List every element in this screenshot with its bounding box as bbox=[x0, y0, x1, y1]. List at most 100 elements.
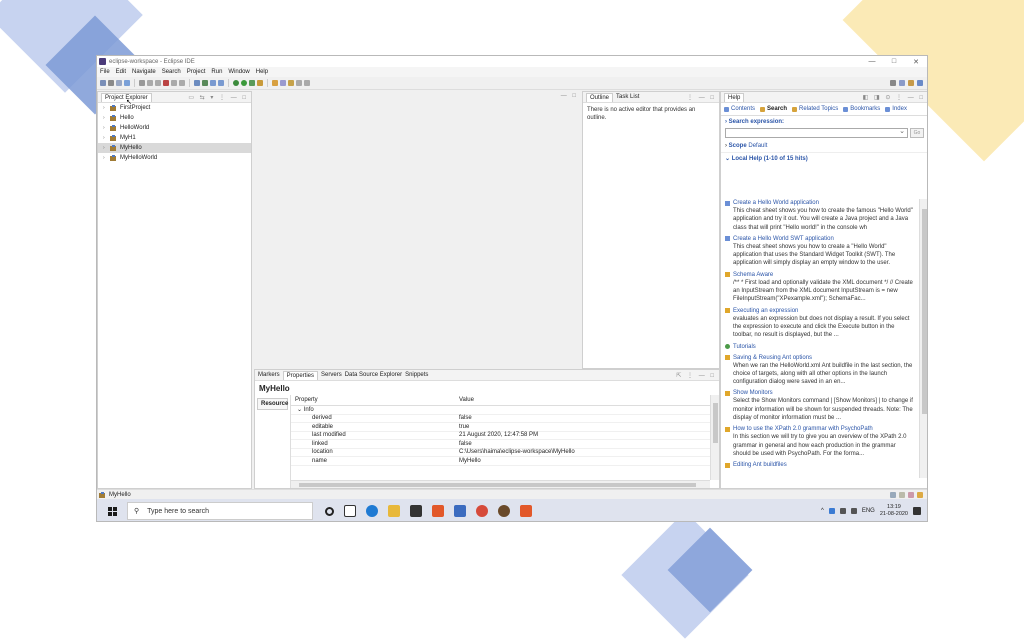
resume-icon[interactable] bbox=[147, 80, 153, 86]
open-folder-icon[interactable] bbox=[272, 80, 278, 86]
menu-edit[interactable]: Edit bbox=[116, 69, 126, 75]
menu-project[interactable]: Project bbox=[187, 69, 206, 75]
scroll-thumb[interactable] bbox=[299, 483, 696, 487]
help-result-link[interactable]: Show Monitors bbox=[725, 389, 915, 397]
tree-item-project[interactable]: › MyHello bbox=[98, 143, 251, 153]
notification-icon[interactable] bbox=[899, 491, 905, 498]
cloud-icon[interactable] bbox=[828, 508, 835, 514]
java-ee-perspective-icon[interactable] bbox=[908, 80, 914, 86]
java-perspective-icon[interactable] bbox=[917, 80, 923, 86]
annotation-icon[interactable] bbox=[288, 80, 294, 86]
table-row[interactable]: last modified 21 August 2020, 12:47:58 PM bbox=[291, 432, 719, 440]
cortana-icon[interactable] bbox=[325, 506, 334, 516]
scroll-thumb[interactable] bbox=[922, 209, 927, 414]
tab-servers[interactable]: Servers bbox=[321, 372, 342, 378]
help-result-link[interactable]: Editing Ant buildfiles bbox=[725, 461, 915, 469]
menu-window[interactable]: Window bbox=[228, 69, 249, 75]
skip-breakpoints-icon[interactable] bbox=[139, 80, 145, 86]
search-expression-input[interactable] bbox=[725, 127, 908, 138]
start-button[interactable] bbox=[103, 502, 121, 520]
help-result-link[interactable]: How to use the XPath 2.0 grammar with Ps… bbox=[725, 425, 915, 433]
view-controls[interactable]: ⋮ — □ bbox=[687, 94, 719, 101]
tab-index[interactable]: Index bbox=[885, 106, 907, 112]
view-controls[interactable]: ▭ ⇆ ▾ ⋮ — □ bbox=[188, 94, 251, 101]
tree-item-project[interactable]: › MyHelloWorld bbox=[98, 153, 251, 163]
chrome-icon[interactable] bbox=[476, 505, 488, 517]
open-type-icon[interactable] bbox=[202, 80, 208, 86]
new-package-icon[interactable] bbox=[210, 80, 216, 86]
save-all-icon[interactable] bbox=[116, 80, 122, 86]
external-tools-icon[interactable] bbox=[257, 80, 263, 86]
mail-icon[interactable] bbox=[454, 505, 466, 517]
new-class-icon[interactable] bbox=[218, 80, 224, 86]
help-result-link[interactable]: Saving & Reusing Ant options bbox=[725, 354, 915, 362]
progress-icon[interactable] bbox=[890, 491, 896, 498]
back-icon[interactable] bbox=[296, 80, 302, 86]
search-icon[interactable] bbox=[280, 80, 286, 86]
help-result-link[interactable]: Create a Hello World SWT application bbox=[725, 235, 915, 243]
tab-properties[interactable]: Properties bbox=[282, 370, 319, 380]
app-icon[interactable] bbox=[520, 505, 532, 517]
run-icon[interactable] bbox=[241, 80, 247, 86]
value-column-header[interactable]: Value bbox=[455, 397, 719, 403]
table-row[interactable]: editable true bbox=[291, 423, 719, 432]
help-result-link[interactable]: Schema Aware bbox=[725, 271, 915, 279]
tree-item-project[interactable]: › HelloWorld bbox=[98, 123, 251, 133]
expand-arrow-icon[interactable]: › bbox=[103, 125, 107, 131]
table-row[interactable]: derived false bbox=[291, 415, 719, 423]
properties-horizontal-scrollbar[interactable] bbox=[291, 480, 710, 488]
tab-snippets[interactable]: Snippets bbox=[405, 372, 428, 378]
search-icon[interactable] bbox=[890, 80, 896, 86]
coverage-icon[interactable] bbox=[249, 80, 255, 86]
help-result-link[interactable]: Executing an expression bbox=[725, 307, 915, 315]
tab-outline[interactable]: Outline bbox=[586, 92, 614, 102]
tab-bookmarks[interactable]: Bookmarks bbox=[843, 106, 880, 112]
new-icon[interactable] bbox=[100, 80, 106, 86]
suspend-icon[interactable] bbox=[155, 80, 161, 86]
notifications-icon[interactable] bbox=[913, 507, 921, 515]
properties-vertical-scrollbar[interactable] bbox=[710, 395, 719, 480]
step-over-icon[interactable] bbox=[179, 80, 185, 86]
file-explorer-icon[interactable] bbox=[388, 505, 400, 517]
language-indicator[interactable]: ENG bbox=[862, 508, 875, 514]
tab-search[interactable]: Search bbox=[760, 106, 787, 112]
menu-search[interactable]: Search bbox=[162, 69, 181, 75]
network-icon[interactable] bbox=[839, 508, 846, 514]
menu-help[interactable]: Help bbox=[256, 69, 268, 75]
info-group-row[interactable]: ⌄ Info bbox=[291, 406, 719, 415]
tab-help[interactable]: Help bbox=[724, 92, 745, 102]
show-hidden-icons[interactable]: ^ bbox=[821, 508, 824, 514]
tips-icon[interactable] bbox=[917, 491, 923, 498]
help-result-link[interactable]: Tutorials bbox=[725, 343, 915, 351]
tab-task-list[interactable]: Task List bbox=[616, 94, 639, 100]
open-perspective-icon[interactable] bbox=[899, 80, 905, 86]
tree-item-project[interactable]: › Hello bbox=[98, 113, 251, 123]
scroll-thumb[interactable] bbox=[713, 403, 718, 443]
install-icon[interactable] bbox=[908, 491, 914, 498]
property-column-header[interactable]: Property bbox=[291, 397, 455, 403]
hits-header[interactable]: ⌄ Local Help (1-10 of 15 hits) bbox=[721, 152, 927, 164]
help-vertical-scrollbar[interactable] bbox=[919, 199, 927, 478]
tab-markers[interactable]: Markers bbox=[258, 372, 280, 378]
tab-resource[interactable]: Resource bbox=[257, 398, 288, 410]
taskbar-search[interactable]: ⚲ Type here to search bbox=[127, 502, 313, 520]
task-view-icon[interactable] bbox=[344, 505, 356, 517]
close-button[interactable]: ✕ bbox=[905, 58, 927, 66]
store-icon[interactable] bbox=[410, 505, 422, 517]
view-controls[interactable]: ⇱ ⋮ — □ bbox=[676, 372, 719, 379]
step-into-icon[interactable] bbox=[171, 80, 177, 86]
table-row[interactable]: location C:\Users\haima\eclipse-workspace… bbox=[291, 449, 719, 457]
expand-arrow-icon[interactable]: › bbox=[103, 145, 107, 151]
table-row[interactable]: name MyHello bbox=[291, 457, 719, 466]
forward-icon[interactable] bbox=[304, 80, 310, 86]
view-controls[interactable]: ◧ ◨ ⊙ ⋮ — □ bbox=[863, 94, 927, 101]
debug-icon[interactable] bbox=[233, 80, 239, 86]
expand-arrow-icon[interactable]: › bbox=[103, 105, 107, 111]
expand-arrow-icon[interactable]: › bbox=[103, 155, 107, 161]
expand-icon[interactable]: ⌄ bbox=[297, 407, 304, 413]
editor-controls[interactable]: — □ bbox=[561, 93, 578, 99]
maximize-button[interactable]: □ bbox=[883, 58, 905, 65]
tree-item-project[interactable]: › FirstProject bbox=[98, 103, 251, 113]
volume-icon[interactable] bbox=[850, 508, 857, 514]
expand-arrow-icon[interactable]: › bbox=[103, 135, 107, 141]
